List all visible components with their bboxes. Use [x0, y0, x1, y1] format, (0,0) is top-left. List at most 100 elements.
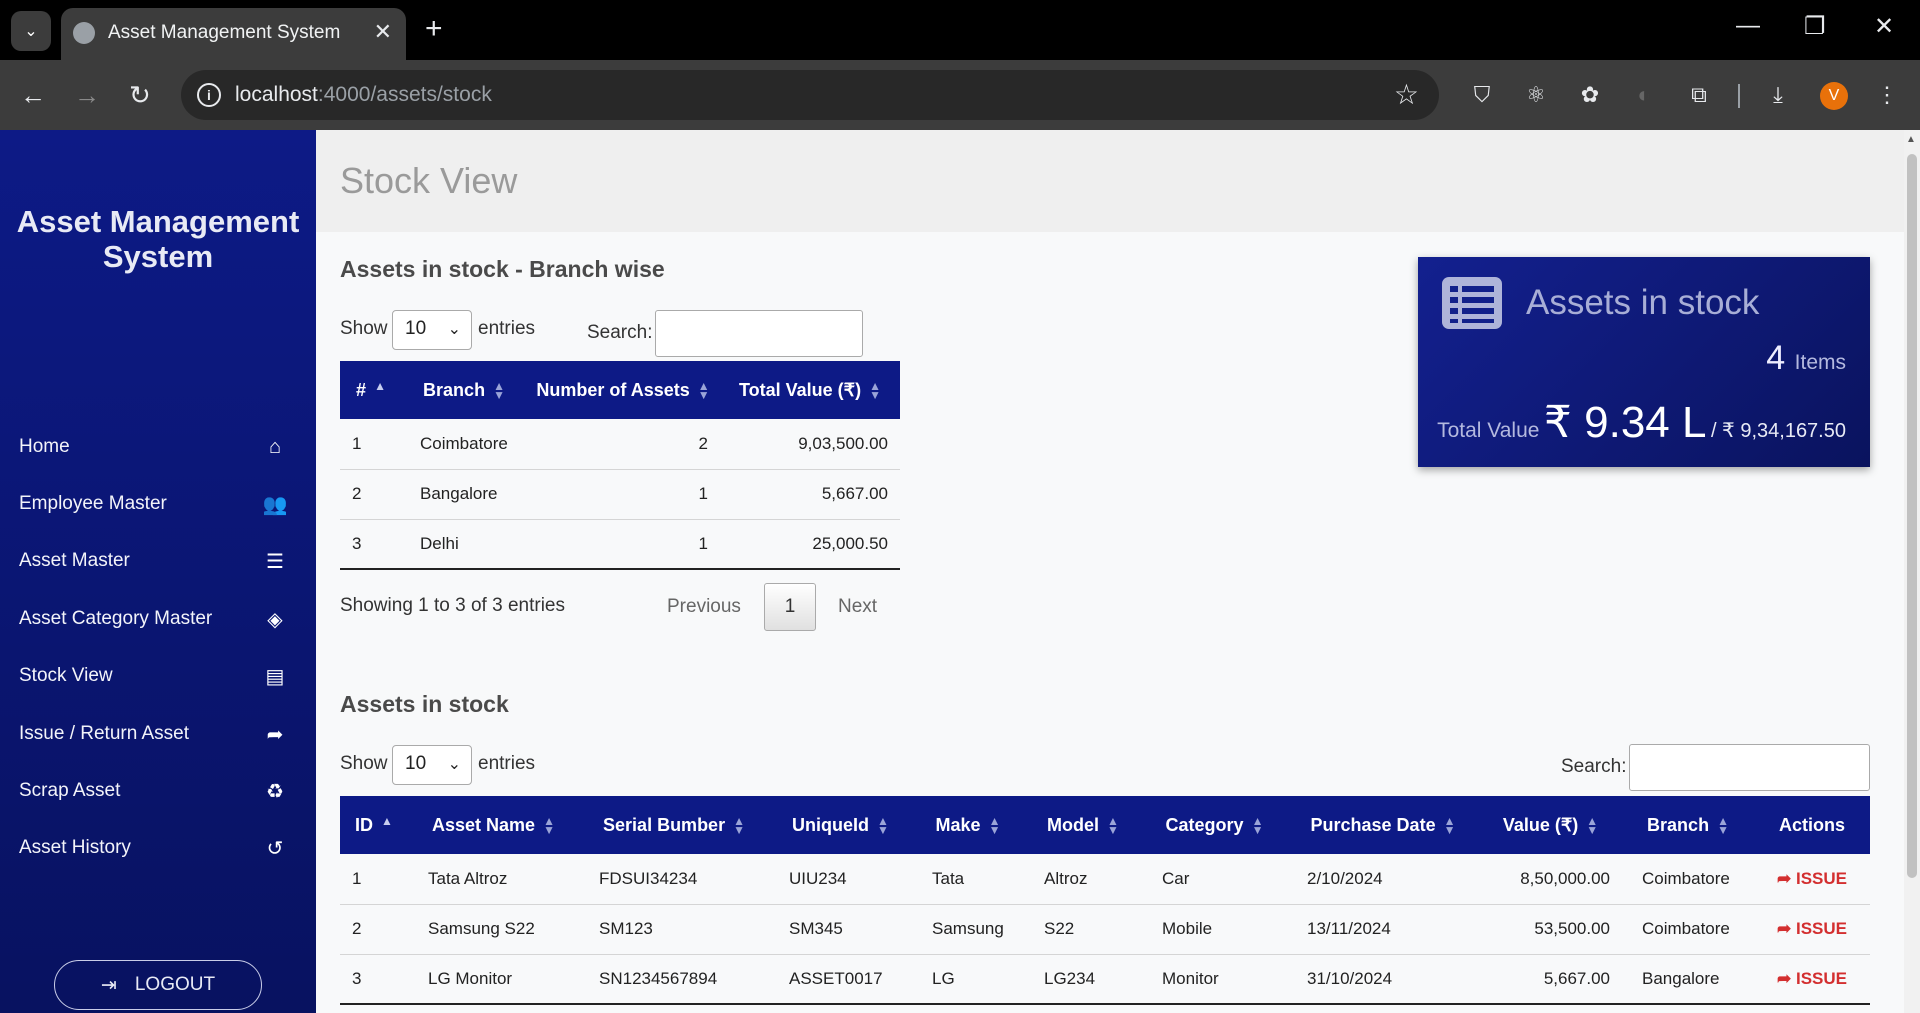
column-header-purchase-date[interactable]: Purchase Date ▲ ▼ — [1287, 796, 1479, 854]
sidebar-item-asset-master[interactable]: Asset Master ☰ — [0, 539, 316, 583]
table-icon: ▤ — [265, 665, 285, 688]
column-header-branch[interactable]: Branch ▲ ▼ — [402, 361, 526, 419]
column-header-branch[interactable]: Branch ▲ ▼ — [1622, 796, 1754, 854]
url-text[interactable]: localhost:4000/assets/stock — [235, 83, 492, 107]
sidebar: Asset Management System Home ⌂ Employee … — [0, 130, 316, 1013]
scroll-up-arrow-icon[interactable]: ▲ — [1906, 134, 1916, 145]
share-icon: ➦ — [1776, 919, 1792, 938]
column-header-id[interactable]: ID▲▼ — [340, 796, 408, 854]
branch-section-title: Assets in stock - Branch wise — [340, 256, 665, 282]
address-bar[interactable]: i localhost:4000/assets/stock ☆ — [181, 70, 1439, 120]
home-icon: ⌂ — [268, 435, 282, 458]
main-content: Stock View Assets in stock - Branch wise… — [316, 130, 1904, 1013]
layers-icon: ◈ — [267, 608, 283, 631]
new-tab-button[interactable]: + — [425, 11, 443, 47]
next-page-button[interactable]: Next — [838, 596, 877, 618]
sidebar-item-stock-view[interactable]: Stock View ▤ — [0, 654, 316, 698]
card-total-value: Total Value ₹ 9.34 L / ₹ 9,34,167.50 — [1437, 398, 1846, 447]
column-header-index[interactable]: #▲▼ — [340, 361, 402, 419]
sidebar-item-asset-category-master[interactable]: Asset Category Master ◈ — [0, 597, 316, 641]
sidebar-item-label: Asset Category Master — [19, 608, 213, 629]
share-icon: ➦ — [266, 723, 284, 746]
bookmark-star-icon[interactable]: ☆ — [1394, 78, 1419, 111]
issue-button[interactable]: ➦ ISSUE — [1754, 854, 1870, 905]
table-row: 2 Samsung S22 SM123 SM345 Samsung S22 Mo… — [340, 904, 1870, 955]
forward-icon[interactable]: → — [74, 80, 100, 110]
shield-extension-icon[interactable]: ⛉ — [1469, 82, 1495, 108]
show-label: Show — [340, 753, 388, 774]
issue-button[interactable]: ➦ ISSUE — [1754, 904, 1870, 955]
extensions-puzzle-icon[interactable]: ⧉ — [1686, 82, 1712, 108]
stock-search-input[interactable] — [1629, 744, 1870, 791]
issue-button[interactable]: ➦ ISSUE — [1754, 954, 1870, 1005]
search-label: Search: — [1561, 756, 1627, 777]
column-header-actions: Actions — [1754, 796, 1870, 854]
sign-out-icon: ⇥ — [100, 974, 117, 996]
tab-search-button[interactable]: ⌄ — [11, 11, 51, 51]
logout-label: LOGOUT — [134, 974, 216, 995]
table-row: 2 Bangalore 1 5,667.00 — [340, 469, 900, 520]
color-extension-icon[interactable]: ✿ — [1577, 82, 1603, 108]
column-header-make[interactable]: Make ▲ ▼ — [912, 796, 1024, 854]
entries-label: entries — [478, 318, 536, 339]
page-header: Stock View — [316, 130, 1904, 232]
browser-toolbar: ← → ↻ i localhost:4000/assets/stock ☆ ⛉ … — [0, 60, 1920, 130]
stock-page-length-select[interactable]: 10 ⌄ — [392, 745, 472, 785]
column-header-number-of-assets[interactable]: Number of Assets ▲ ▼ — [526, 361, 720, 419]
window-close-icon[interactable]: ✕ — [1874, 12, 1894, 41]
browser-tab[interactable]: Asset Management System ✕ — [61, 8, 406, 60]
column-header-total-value[interactable]: Total Value (₹) ▲ ▼ — [720, 361, 900, 419]
table-row: 1 Tata Altroz FDSUI34234 UIU234 Tata Alt… — [340, 854, 1870, 905]
sidebar-item-home[interactable]: Home ⌂ — [0, 425, 316, 469]
sidebar-item-employee-master[interactable]: Employee Master 👥 — [0, 482, 316, 526]
profile-avatar[interactable]: V — [1820, 82, 1848, 110]
site-info-icon[interactable]: i — [197, 83, 221, 107]
sidebar-item-label: Scrap Asset — [19, 780, 121, 801]
column-header-category[interactable]: Category ▲ ▼ — [1142, 796, 1287, 854]
entries-label: entries — [478, 753, 536, 774]
restore-icon[interactable]: ❐ — [1804, 12, 1826, 41]
sidebar-item-label: Stock View — [19, 665, 113, 686]
stock-table: ID▲▼ Asset Name▲▼ Serial Bumber▲▼ Unique… — [340, 796, 1870, 1005]
column-header-unique-id[interactable]: UniqueId ▲ ▼ — [769, 796, 912, 854]
assets-in-stock-card: Assets in stock 4 Items Total Value ₹ 9.… — [1418, 257, 1870, 467]
back-icon[interactable]: ← — [20, 80, 46, 110]
sidebar-item-scrap-asset[interactable]: Scrap Asset ♻ — [0, 769, 316, 813]
branch-search-input[interactable] — [655, 310, 863, 357]
table-row: 1 Coimbatore 2 9,03,500.00 — [340, 419, 900, 470]
menu-dots-icon[interactable]: ⋮ — [1874, 82, 1900, 108]
close-tab-icon[interactable]: ✕ — [374, 19, 392, 45]
share-icon: ➦ — [1776, 968, 1792, 988]
sidebar-item-issue-return-asset[interactable]: Issue / Return Asset ➦ — [0, 712, 316, 756]
sidebar-item-asset-history[interactable]: Asset History ↺ — [0, 826, 316, 870]
share-icon: ➦ — [1776, 868, 1792, 888]
branch-table: #▲▼ Branch▲▼ Number of Assets▲▼ Total Va… — [340, 361, 900, 570]
column-header-serial-number[interactable]: Serial Bumber ▲ ▼ — [579, 796, 769, 854]
download-icon[interactable]: ⤓ — [1765, 82, 1791, 108]
sidebar-item-label: Asset History — [19, 837, 131, 858]
table-list-icon — [1442, 277, 1502, 329]
sidebar-item-label: Employee Master — [19, 493, 167, 514]
column-header-model[interactable]: Model ▲ ▼ — [1024, 796, 1142, 854]
show-label: Show — [340, 318, 388, 339]
column-header-value[interactable]: Value (₹) ▲ ▼ — [1479, 796, 1622, 854]
reload-icon[interactable]: ↻ — [129, 80, 151, 110]
tab-title: Asset Management System — [108, 22, 341, 43]
previous-page-button[interactable]: Previous — [667, 596, 741, 618]
card-title: Assets in stock — [1526, 283, 1760, 322]
logout-button[interactable]: ⇥ LOGOUT — [54, 960, 262, 1010]
page-title: Stock View — [340, 160, 518, 201]
branch-page-length-select[interactable]: 10 ⌄ — [392, 310, 472, 350]
table-row: 3 LG Monitor SN1234567894 ASSET0017 LG L… — [340, 954, 1870, 1005]
search-label: Search: — [587, 322, 653, 343]
sidebar-item-label: Home — [19, 436, 70, 457]
disabled-extension-icon[interactable]: ◐ — [1631, 82, 1657, 108]
react-devtools-icon[interactable]: ⚛ — [1523, 82, 1549, 108]
globe-icon — [73, 22, 95, 44]
minimize-icon[interactable]: — — [1736, 12, 1760, 40]
scrollbar-thumb[interactable] — [1907, 154, 1917, 878]
users-icon: 👥 — [262, 493, 288, 516]
stock-section-title: Assets in stock — [340, 691, 509, 717]
column-header-asset-name[interactable]: Asset Name ▲ ▼ — [408, 796, 579, 854]
page-1-button[interactable]: 1 — [764, 583, 816, 631]
